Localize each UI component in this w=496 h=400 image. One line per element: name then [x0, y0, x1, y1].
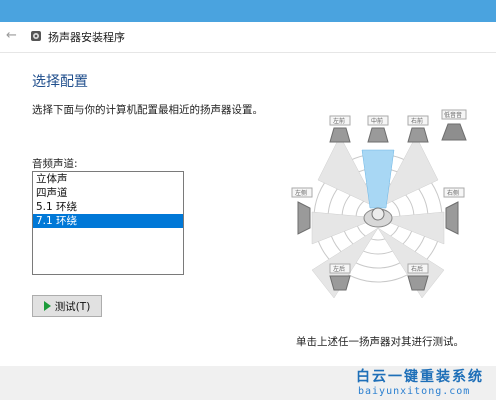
watermark-footer: 白云一键重装系统 baiyunxitong.com — [0, 366, 496, 400]
speaker-center[interactable]: 中前 — [367, 115, 389, 143]
audio-channels-listbox[interactable]: 立体声 四声道 5.1 环绕 7.1 环绕 — [32, 171, 184, 275]
watermark-logo-text: 白云一键重装系统 — [356, 369, 484, 385]
speaker-rear-right-label: 右后 — [411, 265, 423, 273]
speaker-subwoofer[interactable]: 低音音 — [441, 109, 467, 141]
window-title: 扬声器安装程序 — [48, 31, 125, 44]
channel-option-stereo[interactable]: 立体声 — [33, 172, 183, 186]
watermark-url: baiyunxitong.com — [358, 386, 471, 397]
back-arrow-icon[interactable]: ← — [6, 28, 22, 44]
speaker-side-right-label: 右侧 — [447, 189, 459, 197]
play-icon — [43, 301, 51, 311]
wizard-content: 选择配置 选择下面与你的计算机配置最相近的扬声器设置。 音频声道: 立体声 四声… — [0, 53, 496, 366]
title-bar: ← 扬声器安装程序 — [0, 22, 496, 53]
channel-option-quad[interactable]: 四声道 — [33, 186, 183, 200]
speaker-rear-right[interactable]: 右后 — [407, 263, 429, 291]
speaker-rear-left-label: 左后 — [333, 265, 345, 273]
speaker-front-left[interactable]: 左前 — [329, 115, 351, 143]
test-button-label: 测试(T) — [54, 300, 91, 313]
speaker-side-left-label: 左侧 — [295, 189, 307, 197]
speaker-front-right[interactable]: 右前 — [407, 115, 429, 143]
page-heading: 选择配置 — [32, 74, 88, 90]
speaker-diagram: 左前 中前 右前 低音音 左侧 右侧 左后 右后 — [291, 109, 467, 299]
listener-icon — [363, 207, 393, 228]
speaker-side-right[interactable]: 右侧 — [443, 187, 465, 235]
speaker-setup-icon — [31, 31, 41, 41]
page-description: 选择下面与你的计算机配置最相近的扬声器设置。 — [32, 104, 263, 116]
speaker-rear-left[interactable]: 左后 — [329, 263, 351, 291]
test-button[interactable]: 测试(T) — [32, 295, 102, 317]
speaker-side-left[interactable]: 左侧 — [291, 187, 313, 235]
audio-channels-label: 音频声道: — [32, 158, 78, 170]
speaker-subwoofer-label: 低音音 — [444, 111, 462, 119]
speaker-center-label: 中前 — [371, 117, 383, 125]
speaker-front-right-label: 右前 — [411, 117, 423, 125]
speaker-test-hint: 单击上述任一扬声器对其进行测试。 — [296, 336, 464, 348]
channel-option-7-1[interactable]: 7.1 环绕 — [33, 214, 183, 228]
speaker-front-left-label: 左前 — [333, 117, 345, 125]
channel-option-5-1[interactable]: 5.1 环绕 — [33, 200, 183, 214]
